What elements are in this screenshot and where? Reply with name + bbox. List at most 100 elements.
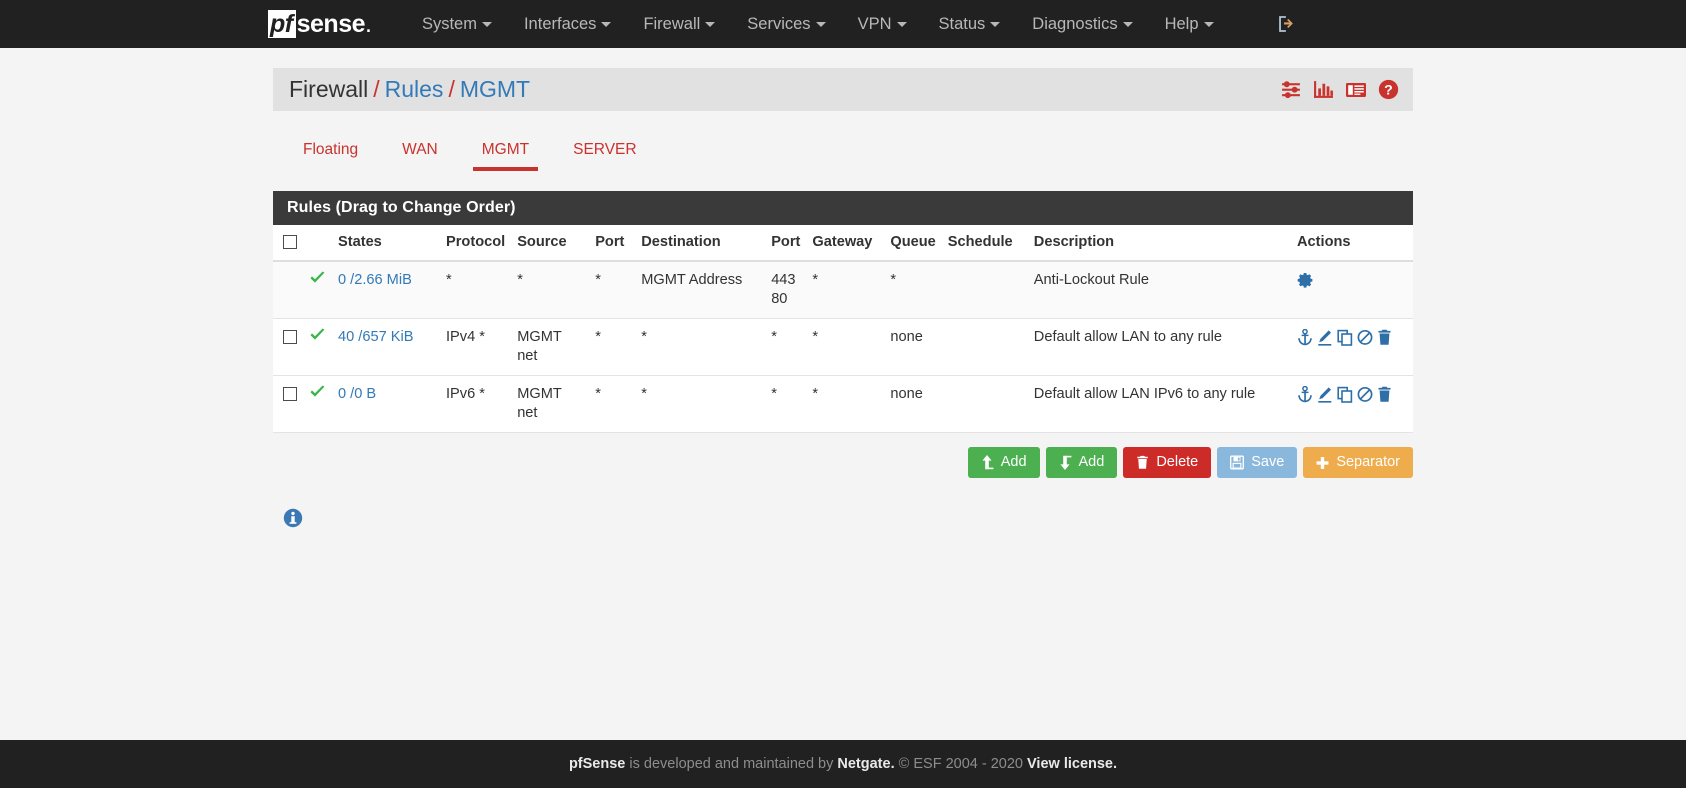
- ban-icon[interactable]: [1357, 386, 1373, 403]
- navbar-items: pf sense. System Interfaces Firewall Serv…: [268, 0, 1230, 48]
- chevron-down-icon: [705, 22, 716, 28]
- row-actions-cell: [1291, 261, 1413, 319]
- row-destination-port-cell: *: [765, 318, 807, 376]
- info-circle-icon[interactable]: [283, 508, 303, 528]
- help-circle-icon[interactable]: ?: [1378, 79, 1399, 100]
- trash-icon[interactable]: [1377, 329, 1392, 346]
- rules-action-buttons: Add Add Delete Save Separator: [273, 447, 1413, 478]
- svg-text:?: ?: [1384, 83, 1393, 99]
- header-source-port: Port: [589, 225, 636, 262]
- row-schedule-cell: [941, 261, 1028, 319]
- breadcrumb-firewall: Firewall: [289, 76, 369, 102]
- pfsense-logo[interactable]: pf sense.: [268, 0, 372, 48]
- pencil-icon[interactable]: [1317, 329, 1333, 346]
- states-link[interactable]: 0 /0 B: [338, 386, 376, 402]
- chevron-down-icon: [1203, 22, 1214, 28]
- tab-wan[interactable]: WAN: [380, 133, 460, 171]
- logo-sense-text: sense: [296, 9, 366, 38]
- add-rule-down-button[interactable]: Add: [1045, 447, 1118, 478]
- advanced-filter-icon[interactable]: [1281, 79, 1302, 100]
- table-row[interactable]: 0 /0 B IPv6 * MGMT net * * * * none Defa…: [273, 375, 1413, 433]
- footer-netgate: Netgate.: [837, 756, 895, 772]
- row-protocol-cell: IPv6 *: [440, 375, 512, 433]
- anchor-icon[interactable]: [1297, 385, 1313, 403]
- nav-label-status: Status: [938, 15, 986, 33]
- row-destination-port-cell: 443 80: [765, 261, 807, 319]
- nav-item-interfaces[interactable]: Interfaces: [508, 0, 627, 48]
- nav-item-system[interactable]: System: [406, 0, 508, 48]
- nav-label-services: Services: [747, 15, 811, 33]
- row-checkbox-cell: [273, 318, 303, 376]
- select-all-checkbox[interactable]: [283, 235, 297, 250]
- tab-mgmt[interactable]: MGMT: [460, 133, 551, 171]
- breadcrumb-rules-link[interactable]: Rules: [385, 76, 444, 102]
- arrow-up-icon: [982, 455, 994, 470]
- row-select-checkbox[interactable]: [283, 387, 297, 402]
- breadcrumb: Firewall / Rules / MGMT: [289, 76, 530, 103]
- breadcrumb-separator: /: [448, 76, 455, 102]
- row-gateway-cell: *: [806, 375, 885, 433]
- row-checkbox-cell: [273, 375, 303, 433]
- bar-chart-icon[interactable]: [1313, 79, 1334, 100]
- breadcrumb-bar: Firewall / Rules / MGMT ?: [273, 68, 1413, 111]
- nav-label-vpn: VPN: [857, 15, 892, 33]
- nav-item-firewall[interactable]: Firewall: [627, 0, 731, 48]
- breadcrumb-mgmt-link[interactable]: MGMT: [460, 76, 530, 102]
- footer-license-link[interactable]: View license.: [1027, 756, 1117, 772]
- save-rules-label: Save: [1251, 454, 1285, 470]
- add-separator-button[interactable]: Separator: [1303, 447, 1413, 478]
- gear-icon[interactable]: [1297, 272, 1314, 289]
- row-queue-cell: none: [884, 318, 942, 376]
- trash-icon: [1137, 455, 1149, 469]
- logout-icon: [1279, 16, 1293, 32]
- header-actions: Actions: [1291, 225, 1413, 262]
- nav-item-diagnostics[interactable]: Diagnostics: [1016, 0, 1148, 48]
- delete-rules-button[interactable]: Delete: [1123, 447, 1212, 478]
- nav-item-services[interactable]: Services: [731, 0, 841, 48]
- log-list-icon[interactable]: [1345, 80, 1367, 100]
- copy-icon[interactable]: [1337, 329, 1353, 346]
- save-rules-button[interactable]: Save: [1217, 447, 1298, 478]
- chevron-down-icon: [990, 22, 1001, 28]
- row-select-checkbox[interactable]: [283, 330, 297, 345]
- tab-floating[interactable]: Floating: [281, 133, 380, 171]
- table-row[interactable]: 0 /2.66 MiB * * * MGMT Address 443 80 * …: [273, 261, 1413, 319]
- add-rule-up-button[interactable]: Add: [967, 447, 1040, 478]
- logo-dot: .: [365, 9, 372, 38]
- table-row[interactable]: 40 /657 KiB IPv4 * MGMT net * * * * none…: [273, 318, 1413, 376]
- row-gateway-cell: *: [806, 261, 885, 319]
- top-navbar: pf sense. System Interfaces Firewall Serv…: [0, 0, 1686, 48]
- add-separator-label: Separator: [1336, 454, 1400, 470]
- plus-icon: [1316, 456, 1329, 469]
- header-states: States: [332, 225, 440, 262]
- logout-button[interactable]: [1268, 0, 1306, 48]
- states-link[interactable]: 0 /2.66 MiB: [338, 272, 412, 288]
- nav-item-status[interactable]: Status: [923, 0, 1017, 48]
- row-schedule-cell: [941, 318, 1028, 376]
- states-link[interactable]: 40 /657 KiB: [338, 329, 413, 345]
- row-destination-cell: *: [635, 375, 766, 433]
- row-protocol-cell: *: [440, 261, 512, 319]
- chevron-down-icon: [896, 22, 907, 28]
- arrow-down-icon: [1059, 455, 1071, 470]
- chevron-down-icon: [1122, 22, 1133, 28]
- nav-item-vpn[interactable]: VPN: [842, 0, 923, 48]
- nav-item-help[interactable]: Help: [1149, 0, 1230, 48]
- header-schedule: Schedule: [941, 225, 1028, 262]
- header-protocol: Protocol: [440, 225, 512, 262]
- ban-icon[interactable]: [1357, 329, 1373, 346]
- copy-icon[interactable]: [1337, 386, 1353, 403]
- chevron-down-icon: [481, 22, 492, 28]
- interface-tabs: Floating WAN MGMT SERVER: [273, 133, 1413, 171]
- row-schedule-cell: [941, 375, 1028, 433]
- header-select-all: [273, 225, 303, 262]
- header-gateway: Gateway: [806, 225, 885, 262]
- row-protocol-cell: IPv4 *: [440, 318, 512, 376]
- anchor-icon[interactable]: [1297, 328, 1313, 346]
- tab-server[interactable]: SERVER: [551, 133, 658, 171]
- trash-icon[interactable]: [1377, 386, 1392, 403]
- header-queue: Queue: [884, 225, 942, 262]
- row-states-cell: 40 /657 KiB: [332, 318, 440, 376]
- footer-text-1: is developed and maintained by: [625, 756, 838, 772]
- pencil-icon[interactable]: [1317, 386, 1333, 403]
